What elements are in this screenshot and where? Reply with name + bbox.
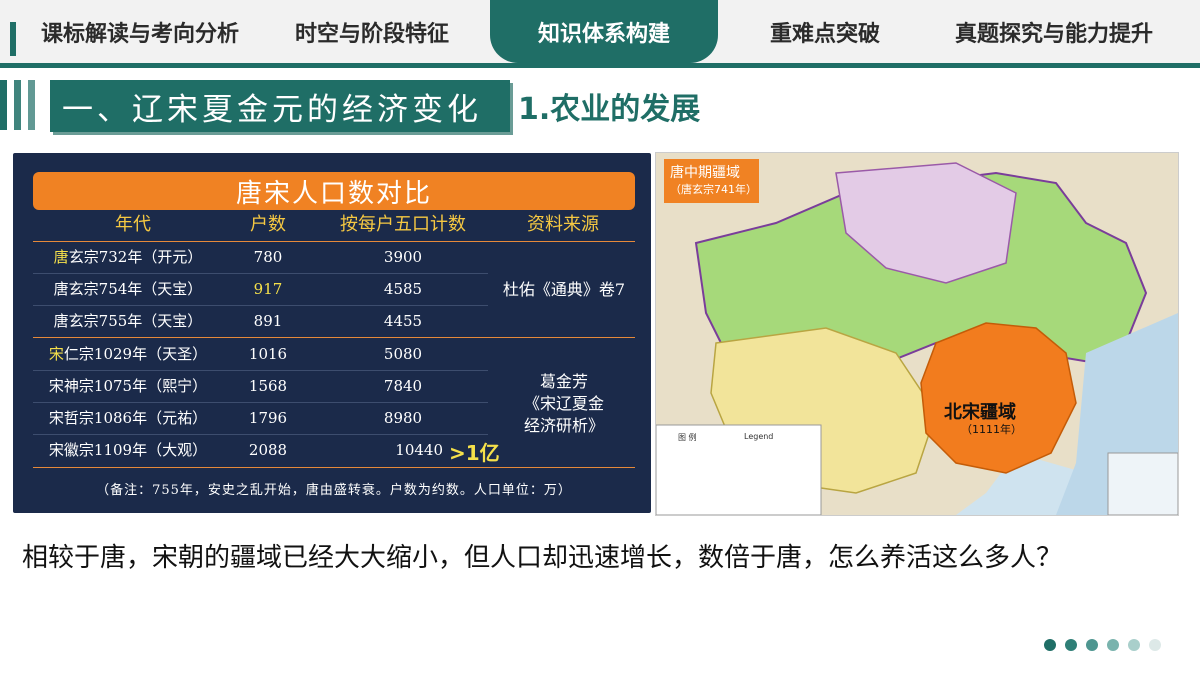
nav-accent-bar: [10, 22, 16, 56]
population-table-panel: 唐宋人口数对比 年代 户数 按每户五口计数 资料来源 唐玄宗732年（开元） 7…: [13, 153, 651, 513]
tab-exam-practice[interactable]: 真题探究与能力提升: [928, 0, 1180, 63]
territory-map: 唐中期疆域 （唐玄宗741年） 北宋疆域 （1111年） 图 例 Legend: [655, 152, 1179, 516]
tab-time-space-features[interactable]: 时空与阶段特征: [272, 0, 472, 63]
section-heading: 一、辽宋夏金元的经济变化: [50, 80, 510, 132]
tang-territory-sub: （唐玄宗741年）: [670, 183, 757, 196]
households-cell: 891: [253, 312, 283, 330]
map-image: [656, 153, 1178, 515]
legend-title: 图 例: [678, 433, 697, 442]
dynasty-divider: [33, 337, 635, 338]
tab-curriculum-analysis[interactable]: 课标解读与考向分析: [24, 0, 256, 63]
era-cell: 玄宗732年（开元）: [68, 248, 203, 266]
bottom-divider: [33, 467, 635, 468]
tab-knowledge-system[interactable]: 知识体系构建: [490, 0, 718, 63]
nav-underline: [0, 63, 1200, 68]
era-prefix: 唐: [53, 248, 69, 266]
header-households: 户数: [250, 214, 286, 235]
over-100-million-label: >1亿: [449, 441, 500, 465]
population-cell: 4585: [383, 280, 423, 298]
legend-title-en: Legend: [744, 432, 774, 441]
population-cell: 5080: [383, 345, 423, 363]
era-cell: 唐玄宗754年（天宝）: [53, 280, 203, 298]
era-cell: 唐玄宗755年（天宝）: [53, 312, 203, 330]
era-cell: 宋神宗1075年（熙宁）: [48, 377, 208, 395]
pager-dot[interactable]: [1065, 639, 1077, 651]
households-cell: 1796: [248, 409, 288, 427]
population-cell: 3900: [383, 248, 423, 266]
pager-dot[interactable]: [1107, 639, 1119, 651]
pager-dot[interactable]: [1149, 639, 1161, 651]
header-population: 按每户五口计数: [340, 214, 466, 235]
header-source: 资料来源: [527, 214, 599, 235]
pager-dots: [1044, 639, 1161, 651]
song-territory-sub: （1111年）: [961, 423, 1022, 436]
households-cell: 1016: [248, 345, 288, 363]
population-cell: 10440: [395, 441, 443, 459]
source-song-line: 经济研析》: [523, 416, 604, 435]
heading-stripes: [0, 80, 50, 130]
source-song-line: 葛金芳: [539, 372, 588, 391]
pager-dot[interactable]: [1128, 639, 1140, 651]
table-note: （备注：755年，安史之乱开始，唐由盛转衰。户数为约数。人口单位：万）: [96, 483, 572, 498]
source-song: 葛金芳 《宋辽夏金 经济研析》: [493, 371, 635, 437]
households-cell-highlight: 917: [253, 280, 283, 298]
era-cell: 宋徽宗1109年（大观）: [48, 441, 208, 459]
header-era: 年代: [115, 214, 151, 235]
pager-dot[interactable]: [1086, 639, 1098, 651]
era-cell: 仁宗1029年（天圣）: [63, 345, 208, 363]
households-cell: 1568: [248, 377, 288, 395]
households-cell: 2088: [248, 441, 288, 459]
era-prefix: 宋: [48, 345, 64, 363]
era-cell: 宋哲宗1086年（元祐）: [48, 409, 208, 427]
top-nav: 课标解读与考向分析 时空与阶段特征 知识体系构建 重难点突破 真题探究与能力提升: [0, 0, 1200, 68]
tab-key-difficulties[interactable]: 重难点突破: [740, 0, 910, 63]
population-cell: 4455: [383, 312, 423, 330]
tang-territory-label: 唐中期疆域: [670, 165, 740, 181]
table-title: 唐宋人口数对比: [33, 172, 635, 210]
source-tang: 杜佑《通典》卷7: [502, 280, 626, 299]
section-subheading: 1.农业的发展: [518, 92, 701, 127]
population-cell: 7840: [383, 377, 423, 395]
population-cell: 8980: [383, 409, 423, 427]
households-cell: 780: [253, 248, 283, 266]
source-song-line: 《宋辽夏金: [523, 394, 604, 413]
pager-dot[interactable]: [1044, 639, 1056, 651]
discussion-question: 相较于唐，宋朝的疆域已经大大缩小，但人口却迅速增长，数倍于唐，怎么养活这么多人？: [22, 543, 1063, 573]
